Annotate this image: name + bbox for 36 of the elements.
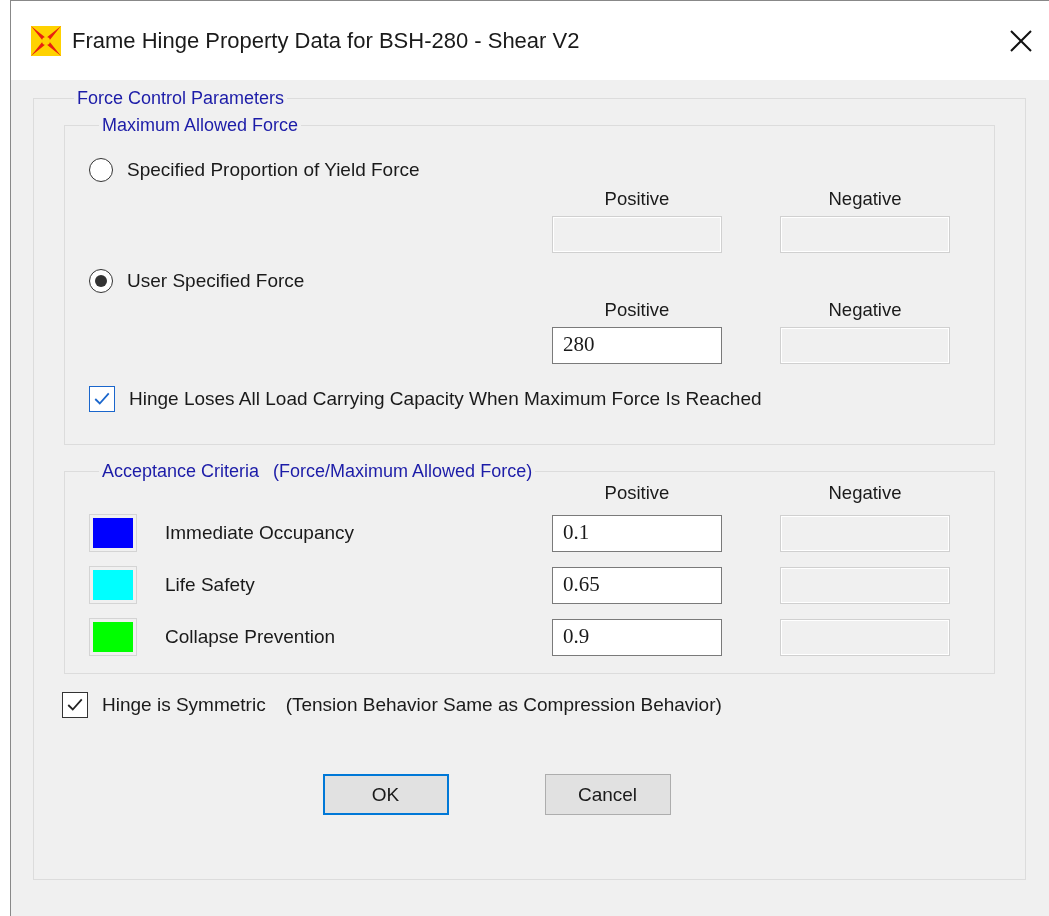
- column-header: Positive: [603, 188, 671, 211]
- column-header: Positive: [603, 299, 671, 322]
- color-swatch[interactable]: [89, 566, 137, 604]
- color-swatch[interactable]: [89, 514, 137, 552]
- dialog-button[interactable]: Cancel: [544, 774, 671, 815]
- criterion-label: Immediate Occupancy: [165, 522, 355, 544]
- column-header: Negative: [827, 188, 903, 211]
- input-field[interactable]: 0.9: [552, 618, 722, 656]
- radio-button[interactable]: [89, 158, 113, 182]
- criterion-label: Life Safety: [165, 574, 255, 596]
- color-swatch[interactable]: [89, 618, 137, 656]
- group-title: Acceptance Criteria: [102, 461, 260, 481]
- checkbox[interactable]: [89, 386, 115, 412]
- column-header: Negative: [827, 299, 903, 322]
- input-field[interactable]: 280: [552, 327, 722, 364]
- radio-label: User Specified Force: [127, 270, 305, 292]
- app-icon: [30, 24, 62, 57]
- close-icon[interactable]: [1009, 28, 1033, 53]
- group-title: Maximum Allowed Force: [101, 115, 300, 136]
- check-icon: [93, 390, 111, 408]
- column-header: Negative: [827, 482, 903, 505]
- checkbox-label: Hinge Loses All Load Carrying Capacity When Maximum Force Is Reached: [129, 388, 762, 410]
- group-subtitle: (Force/Maximum Allowed Force): [273, 461, 533, 481]
- criterion-label: Collapse Prevention: [165, 626, 336, 648]
- group-title: Force Control Parameters: [76, 88, 286, 109]
- checkbox[interactable]: [62, 692, 88, 718]
- checkbox-label: Hinge is Symmetric: [102, 694, 266, 716]
- window-title: Frame Hinge Property Data for BSH-280 - Shear V2: [72, 27, 581, 54]
- check-icon: [66, 696, 84, 714]
- input-field[interactable]: 0.1: [552, 514, 722, 552]
- input-field[interactable]: 0.65: [552, 566, 722, 604]
- radio-label: Specified Proportion of Yield Force: [127, 159, 420, 181]
- radio-button[interactable]: [89, 269, 113, 293]
- checkbox-note: (Tension Behavior Same as Compression Behavior): [285, 694, 722, 716]
- column-header: Positive: [603, 482, 671, 505]
- dialog-button[interactable]: OK: [322, 774, 449, 815]
